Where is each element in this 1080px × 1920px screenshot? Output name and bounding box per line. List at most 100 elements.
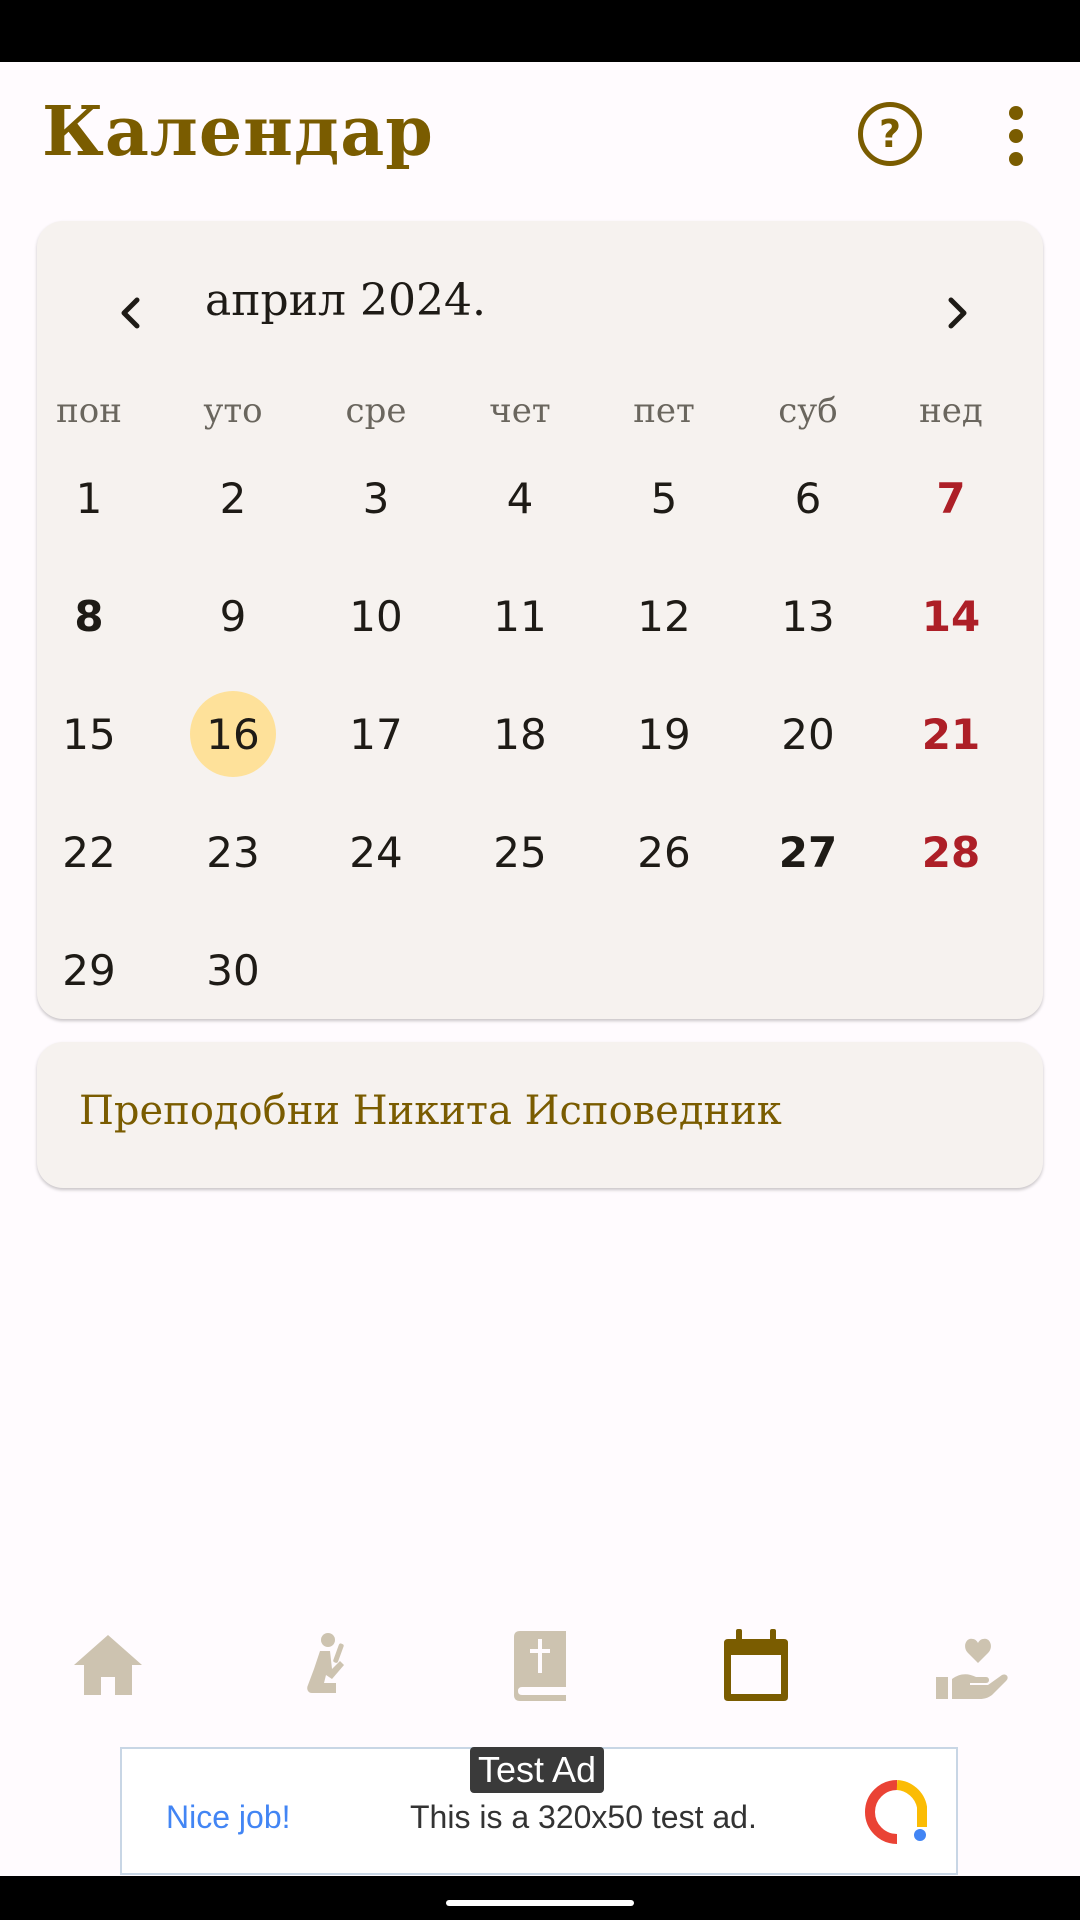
day-number: 3 <box>362 473 390 523</box>
home-gesture-handle[interactable] <box>446 1900 634 1906</box>
day-number: 11 <box>493 591 547 641</box>
day-number: 23 <box>206 827 260 877</box>
prayer-icon <box>307 1633 344 1693</box>
previous-month-button[interactable] <box>101 283 161 343</box>
ad-logo-icon <box>865 1780 927 1844</box>
calendar-day[interactable]: 29 <box>24 911 154 1029</box>
prayer-shape <box>307 1633 344 1693</box>
day-number: 24 <box>349 827 403 877</box>
day-number: 20 <box>781 709 835 759</box>
calendar-day[interactable]: 10 <box>311 557 441 675</box>
calendar-day[interactable]: 20 <box>743 675 873 793</box>
day-number: 14 <box>921 591 981 641</box>
calendar-day[interactable]: 21 <box>886 675 1016 793</box>
calendar-day[interactable]: 24 <box>311 793 441 911</box>
ad-headline: Nice job! <box>166 1799 291 1835</box>
chevron-left-icon <box>121 297 140 329</box>
calendar-day[interactable]: 12 <box>599 557 729 675</box>
top-app-bar: Календар ? <box>0 62 1080 202</box>
day-number: 1 <box>75 473 103 523</box>
status-bar <box>0 0 1080 62</box>
day-number: 25 <box>493 827 547 877</box>
day-number: 22 <box>62 827 116 877</box>
bottom-navigation <box>0 1620 1080 1710</box>
day-number: 12 <box>637 591 691 641</box>
calendar-day[interactable]: 9 <box>168 557 298 675</box>
calendar-day[interactable]: 25 <box>455 793 585 911</box>
calendar-card: април 2024. пон уто сре чет пет суб нед 123456… <box>37 221 1043 1019</box>
calendar-day[interactable]: 22 <box>24 793 154 911</box>
bible-icon <box>514 1631 566 1701</box>
weekday-label: пон <box>56 391 122 431</box>
nav-calendar[interactable] <box>706 1620 806 1710</box>
calendar-day[interactable]: 18 <box>455 675 585 793</box>
day-number: 21 <box>921 709 981 759</box>
month-label: април 2024. <box>205 275 486 326</box>
calendar-day[interactable]: 30 <box>168 911 298 1029</box>
day-number: 6 <box>794 473 822 523</box>
calendar-shape <box>724 1629 788 1701</box>
calendar-day[interactable]: 23 <box>168 793 298 911</box>
day-number: 8 <box>74 591 104 641</box>
calendar-day[interactable]: 13 <box>743 557 873 675</box>
more-icon <box>1009 106 1023 120</box>
help-button[interactable]: ? <box>858 102 922 166</box>
day-number: 19 <box>637 709 691 759</box>
day-number: 5 <box>650 473 678 523</box>
saint-name: Преподобни Никита Исповедник <box>79 1088 782 1134</box>
calendar-day[interactable]: 3 <box>311 439 441 557</box>
day-number: 17 <box>349 709 403 759</box>
day-number: 27 <box>778 827 838 877</box>
calendar-day[interactable]: 8 <box>24 557 154 675</box>
day-number: 7 <box>936 473 966 523</box>
saint-of-day-card[interactable]: Преподобни Никита Исповедник <box>37 1042 1043 1188</box>
day-number: 2 <box>219 473 247 523</box>
calendar-day[interactable]: 17 <box>311 675 441 793</box>
help-icon: ? <box>878 112 902 156</box>
day-number: 18 <box>493 709 547 759</box>
calendar-day[interactable]: 6 <box>743 439 873 557</box>
calendar-day[interactable]: 1 <box>24 439 154 557</box>
calendar-day[interactable]: 5 <box>599 439 729 557</box>
home-icon <box>74 1635 142 1695</box>
weekday-label: пет <box>633 391 695 431</box>
calendar-day[interactable]: 16 <box>168 675 298 793</box>
more-options-button[interactable] <box>1000 106 1034 166</box>
calendar-day[interactable]: 4 <box>455 439 585 557</box>
day-number: 9 <box>219 591 247 641</box>
system-navigation-bar <box>0 1876 1080 1920</box>
calendar-day[interactable]: 7 <box>886 439 1016 557</box>
nav-home[interactable] <box>58 1620 158 1710</box>
page-title: Календар <box>42 92 434 172</box>
day-number: 4 <box>506 473 534 523</box>
nav-charity[interactable] <box>922 1620 1022 1710</box>
chevron-right-icon <box>948 297 967 329</box>
weekday-label: уто <box>203 391 263 431</box>
calendar-day[interactable]: 11 <box>455 557 585 675</box>
weekday-label: суб <box>778 391 838 431</box>
ad-body: This is a 320x50 test ad. <box>410 1799 757 1835</box>
next-month-button[interactable] <box>927 283 987 343</box>
test-ad-banner[interactable]: Test Ad Nice job! This is a 320x50 test … <box>120 1747 958 1875</box>
day-number: 13 <box>781 591 835 641</box>
calendar-day[interactable]: 14 <box>886 557 1016 675</box>
charity-icon <box>936 1638 1008 1699</box>
calendar-day[interactable]: 2 <box>168 439 298 557</box>
calendar-day[interactable]: 15 <box>24 675 154 793</box>
weekday-header: пон уто сре чет пет суб нед <box>37 391 1043 441</box>
calendar-day[interactable]: 28 <box>886 793 1016 911</box>
ad-badge: Test Ad <box>470 1747 605 1793</box>
weekday-label: сре <box>345 391 407 431</box>
calendar-day[interactable]: 19 <box>599 675 729 793</box>
day-number: 15 <box>62 709 116 759</box>
home-shape <box>74 1635 142 1695</box>
day-number: 29 <box>62 945 116 995</box>
calendar-day[interactable]: 26 <box>599 793 729 911</box>
day-number: 16 <box>206 709 260 759</box>
day-number: 26 <box>637 827 691 877</box>
nav-prayer[interactable] <box>274 1620 374 1710</box>
day-number: 28 <box>921 827 981 877</box>
charity-shape <box>936 1638 1008 1699</box>
calendar-day[interactable]: 27 <box>743 793 873 911</box>
nav-bible[interactable] <box>490 1620 590 1710</box>
